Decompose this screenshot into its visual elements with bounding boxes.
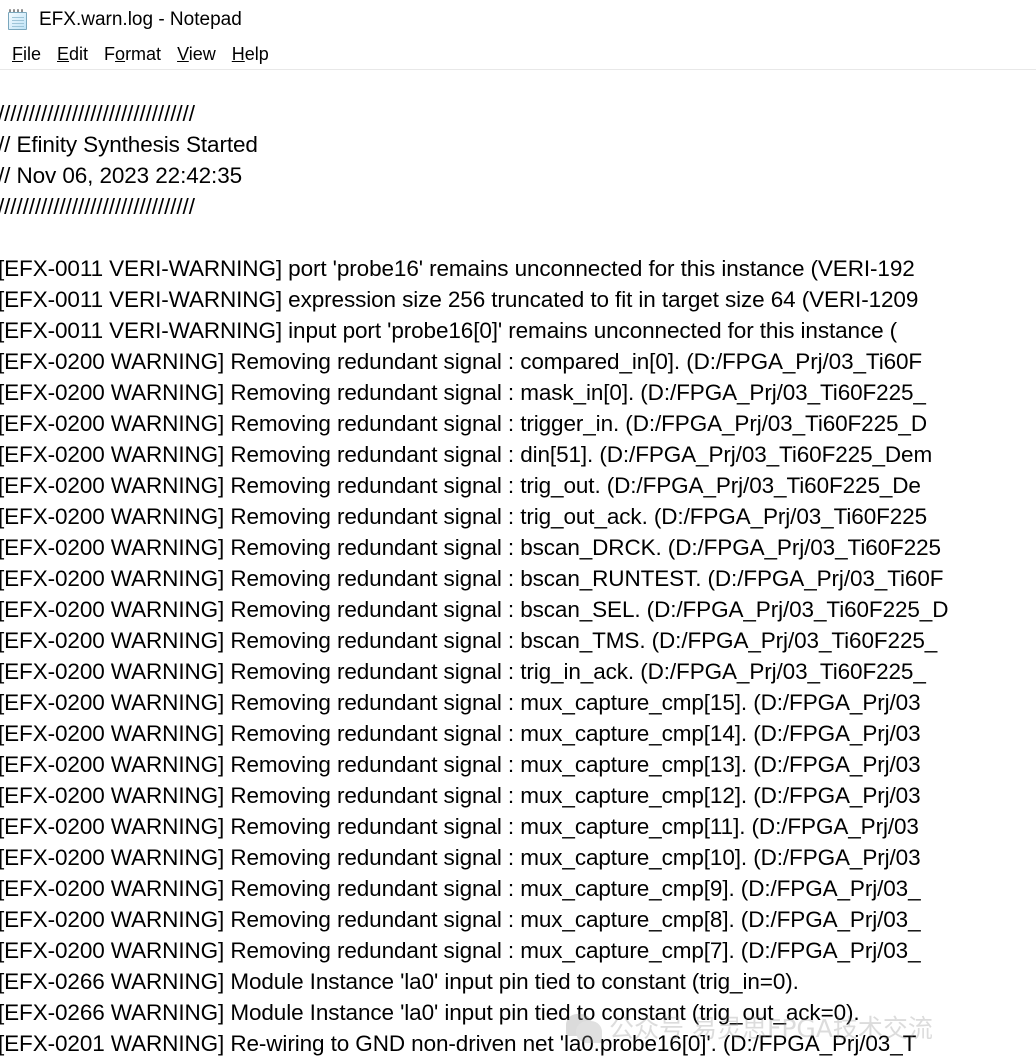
text-editor-area[interactable]: //////////////////////////////// // Efini… (0, 70, 1036, 1063)
log-line: [EFX-0200 WARNING] Removing redundant si… (0, 814, 919, 839)
log-line: [EFX-0200 WARNING] Removing redundant si… (0, 411, 927, 436)
notepad-icon (7, 9, 29, 31)
log-line: [EFX-0200 WARNING] Removing redundant si… (0, 690, 921, 715)
log-line: [EFX-0011 VERI-WARNING] expression size … (0, 287, 919, 312)
log-line: [EFX-0200 WARNING] Removing redundant si… (0, 597, 949, 622)
menu-item-edit[interactable]: Edit (49, 43, 96, 65)
log-line: [EFX-0200 WARNING] Removing redundant si… (0, 783, 921, 808)
log-line: [EFX-0200 WARNING] Removing redundant si… (0, 566, 944, 591)
log-line: [EFX-0200 WARNING] Removing redundant si… (0, 876, 921, 901)
log-line: [EFX-0011 VERI-WARNING] input port 'prob… (0, 318, 898, 343)
menu-item-view[interactable]: View (169, 43, 224, 65)
log-line: // Nov 06, 2023 22:42:35 (0, 163, 243, 188)
menu-item-file[interactable]: File (4, 43, 49, 65)
log-line: //////////////////////////////// (0, 101, 195, 126)
title-bar: EFX.warn.log - Notepad (0, 0, 1036, 38)
log-line: [EFX-0200 WARNING] Removing redundant si… (0, 907, 921, 932)
log-line: [EFX-0200 WARNING] Removing redundant si… (0, 504, 927, 529)
log-line: [EFX-0201 WARNING] Re-wiring to GND non-… (0, 1031, 917, 1056)
log-line: [EFX-0200 WARNING] Removing redundant si… (0, 442, 933, 467)
log-line: [EFX-0200 WARNING] Removing redundant si… (0, 938, 921, 963)
log-line: [EFX-0200 WARNING] Removing redundant si… (0, 628, 938, 653)
log-line: [EFX-0011 VERI-WARNING] port 'probe16' r… (0, 256, 915, 281)
log-line: [EFX-0200 WARNING] Removing redundant si… (0, 473, 921, 498)
log-line: [EFX-0200 WARNING] Removing redundant si… (0, 721, 921, 746)
log-line: [EFX-0200 WARNING] Removing redundant si… (0, 659, 926, 684)
log-line: // Efinity Synthesis Started (0, 132, 258, 157)
window-title: EFX.warn.log - Notepad (39, 8, 242, 30)
log-line: //////////////////////////////// (0, 194, 195, 219)
menu-item-help[interactable]: Help (224, 43, 277, 65)
log-line: [EFX-0200 WARNING] Removing redundant si… (0, 845, 921, 870)
log-line: [EFX-0200 WARNING] Removing redundant si… (0, 535, 941, 560)
menu-bar: File Edit Format View Help (0, 38, 1036, 70)
log-line: [EFX-0266 WARNING] Module Instance 'la0'… (0, 1000, 860, 1025)
menu-item-format[interactable]: Format (96, 43, 169, 65)
log-line: [EFX-0200 WARNING] Removing redundant si… (0, 349, 923, 374)
log-line: [EFX-0200 WARNING] Removing redundant si… (0, 380, 926, 405)
log-line: [EFX-0266 WARNING] Module Instance 'la0'… (0, 969, 799, 994)
log-line: [EFX-0200 WARNING] Removing redundant si… (0, 752, 921, 777)
